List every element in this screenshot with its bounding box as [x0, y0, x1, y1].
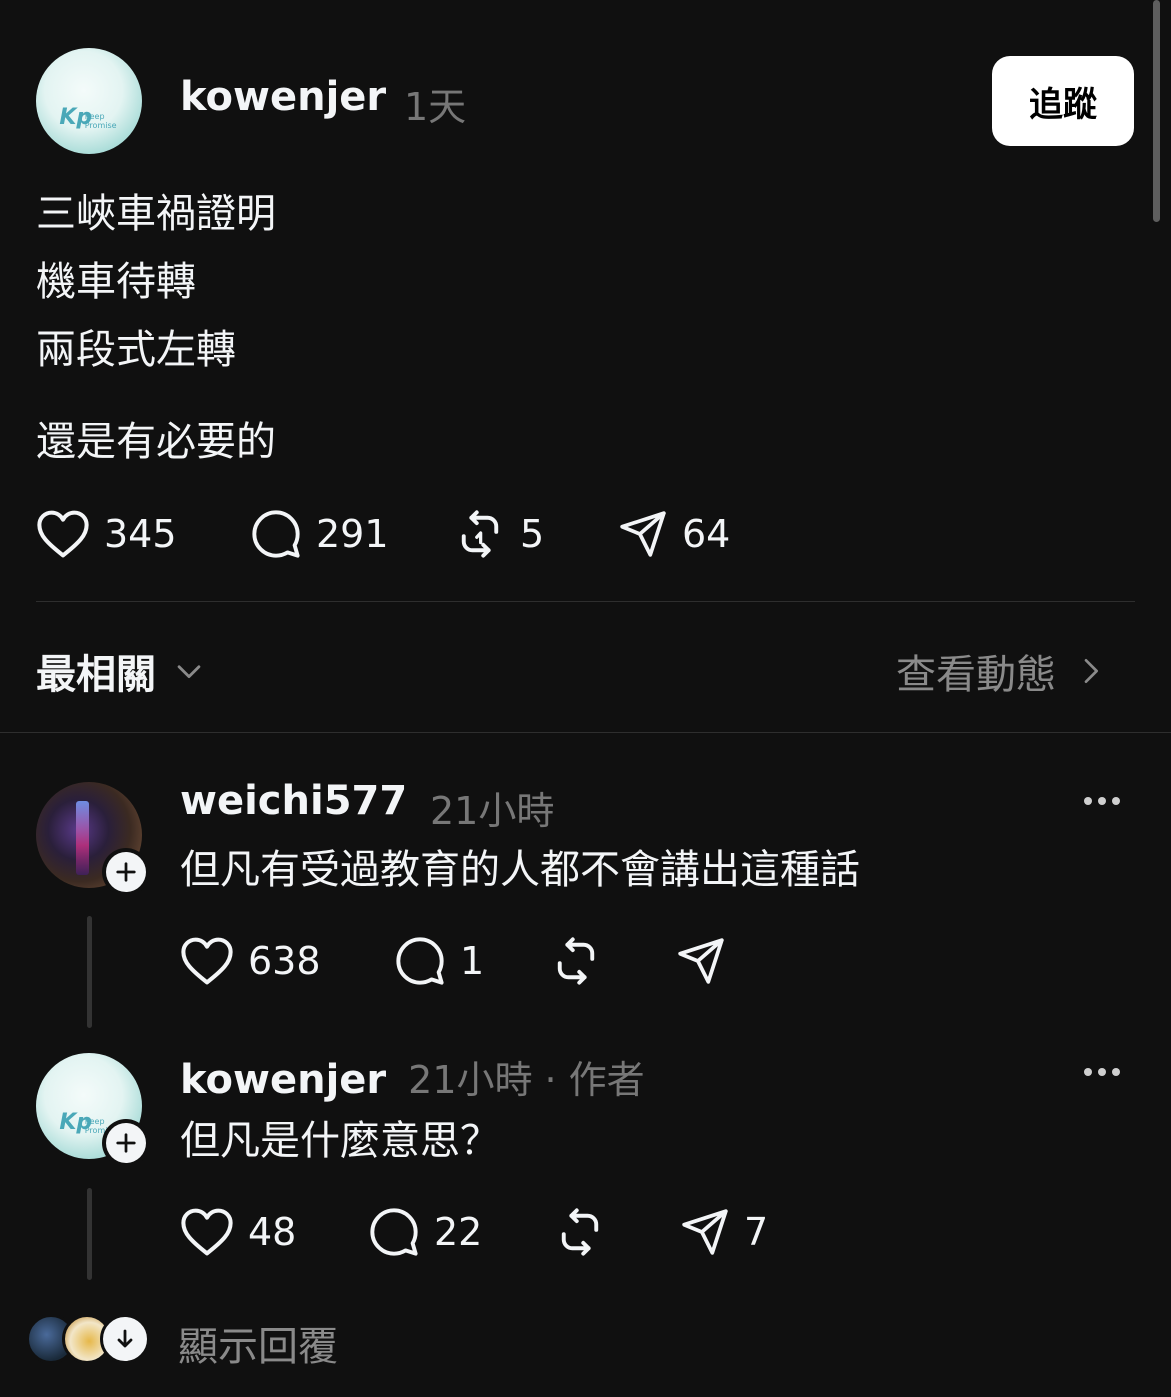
chevron-right-icon: [1084, 659, 1098, 683]
sort-label: 最相關: [36, 652, 156, 698]
reply-share-count: 7: [744, 1210, 769, 1254]
author-tag: 作者: [568, 1058, 645, 1102]
more-icon[interactable]: [1084, 1068, 1120, 1076]
avatar-logo-line1: Keep: [84, 111, 105, 121]
post-like-count: 345: [104, 512, 177, 556]
share-icon: [620, 511, 666, 557]
more-dot: [1098, 1068, 1106, 1076]
heart-icon: [181, 937, 233, 985]
show-replies-label: 顯示回覆: [178, 1324, 338, 1370]
post-line-1: 三峽車禍證明: [36, 191, 276, 237]
repost-icon: [561, 1208, 599, 1256]
more-dot: [1112, 1068, 1120, 1076]
heart-icon: [181, 1208, 233, 1256]
comment-icon: [252, 510, 300, 558]
meta-separator: ·: [544, 1058, 557, 1102]
view-activity-link[interactable]: 查看動態: [896, 642, 1106, 700]
repost-icon: [557, 937, 595, 985]
reply-like-button[interactable]: 48: [180, 1204, 296, 1260]
plus-icon: [116, 1133, 136, 1153]
post-like-button[interactable]: 345: [36, 506, 177, 562]
follow-plus-button[interactable]: [102, 848, 150, 896]
comment-icon: [396, 937, 444, 985]
post-author-name[interactable]: kowenjer: [180, 74, 386, 120]
more-dot: [1084, 1068, 1092, 1076]
reply-comment-button[interactable]: 22: [368, 1204, 482, 1260]
reply-like-count: 638: [248, 939, 321, 983]
reply-like-button[interactable]: 638: [180, 933, 321, 989]
post-line-4: 還是有必要的: [36, 419, 276, 465]
reply-comment-button[interactable]: 1: [394, 933, 484, 989]
avatar-logo-line2: Promise: [84, 120, 117, 130]
post-divider: [36, 601, 1135, 602]
sort-selector[interactable]: 最相關: [36, 642, 206, 700]
reply-author-name[interactable]: kowenjer: [180, 1057, 386, 1103]
reply-header: kowenjer 21小時 · 作者: [180, 1049, 645, 1104]
post-line-3: 兩段式左轉: [36, 327, 236, 373]
repost-icon: [461, 510, 499, 558]
view-activity-label: 查看動態: [896, 652, 1056, 698]
section-divider: [0, 732, 1171, 733]
post-comment-count: 291: [316, 512, 389, 556]
reply-time: 21小時: [408, 1058, 533, 1102]
more-dot: [1084, 797, 1092, 805]
more-dot: [1112, 797, 1120, 805]
share-icon: [682, 1209, 728, 1255]
reply-comment-count: 22: [434, 1210, 483, 1254]
scrollbar[interactable]: [1153, 0, 1160, 222]
reply-author-name[interactable]: weichi577: [180, 778, 407, 824]
comment-icon: [370, 1208, 418, 1256]
post-line-2: 機車待轉: [36, 259, 196, 305]
author-avatar[interactable]: Kp Keep Promise: [36, 48, 142, 154]
post-time: 1天: [404, 85, 467, 129]
avatar-logo-line1: Keep: [84, 1116, 105, 1126]
follow-plus-button[interactable]: [102, 1119, 150, 1167]
follow-button[interactable]: 追蹤: [992, 56, 1134, 146]
post-repost-button[interactable]: 5: [454, 506, 544, 562]
thread-line: [87, 1188, 92, 1280]
reply-text: 但凡有受過教育的人都不會講出這種話: [180, 847, 860, 893]
show-replies-button[interactable]: 顯示回覆: [26, 1312, 366, 1370]
reply-repost-button[interactable]: [554, 1204, 606, 1260]
reply-text: 但凡是什麼意思？: [180, 1118, 500, 1164]
more-dot: [1098, 797, 1106, 805]
more-icon[interactable]: [1084, 797, 1120, 805]
reply-share-button[interactable]: [676, 933, 726, 989]
post-repost-count: 5: [520, 512, 545, 556]
plus-icon: [116, 862, 136, 882]
thread-line: [87, 916, 92, 1028]
post-comment-button[interactable]: 291: [250, 506, 389, 562]
post-share-button[interactable]: 64: [618, 506, 730, 562]
show-replies-arrow: [100, 1314, 150, 1364]
arrow-down-icon: [117, 1329, 133, 1348]
post-share-count: 64: [682, 512, 731, 556]
heart-icon: [37, 510, 89, 558]
reply-repost-button[interactable]: [550, 933, 602, 989]
chevron-down-icon: [177, 665, 201, 679]
reply-time: 21小時: [430, 789, 555, 833]
avatar-logo-text: Keep Promise: [85, 112, 117, 130]
reply-like-count: 48: [248, 1210, 297, 1254]
reply-comment-count: 1: [460, 939, 485, 983]
reply-share-button[interactable]: 7: [680, 1204, 768, 1260]
share-icon: [678, 938, 724, 984]
